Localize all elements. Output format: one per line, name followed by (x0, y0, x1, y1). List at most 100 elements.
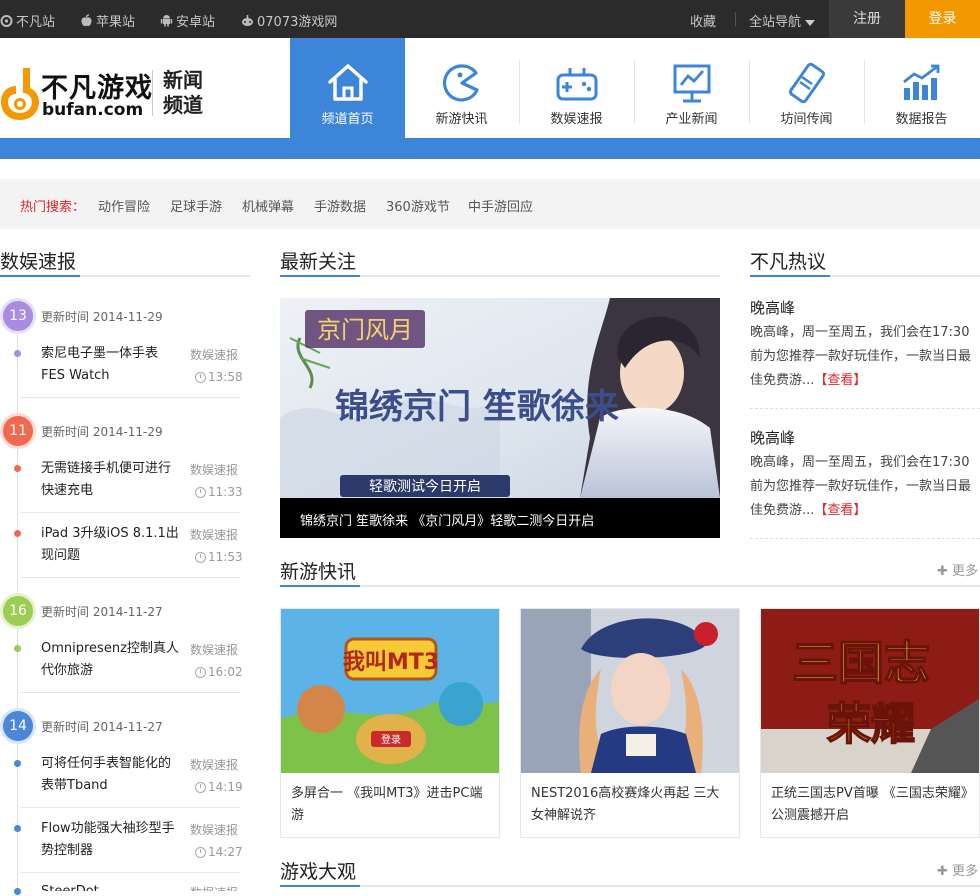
more-link[interactable]: ✚ 更多 (937, 560, 978, 579)
row-divider (20, 512, 240, 513)
view-link[interactable]: 【查看】 (814, 503, 866, 518)
clock-icon (195, 371, 206, 383)
hot-talk-item-title[interactable]: 晚高峰 (750, 297, 795, 318)
bufan-icon (0, 15, 13, 27)
game-card[interactable]: NEST2016高校赛烽火再起 三大女神解说齐 (520, 608, 740, 838)
svg-text:三国志: 三国志 (792, 636, 930, 690)
news-time: 14:19 (195, 780, 243, 794)
section-title-digital: 数娱速报 (0, 251, 77, 273)
nav-underbar (0, 138, 980, 159)
news-item-title[interactable]: SteerDot… (41, 881, 181, 891)
timeline-dot (14, 530, 21, 537)
hot-term[interactable]: 中手游回应 (468, 196, 533, 215)
row-divider (20, 872, 240, 873)
timeline-dot (14, 825, 21, 832)
news-item-title[interactable]: Omnipresenz控制真人代你旅游 (41, 638, 181, 682)
nav-rumors[interactable]: 坊间传闻 (749, 38, 864, 138)
row-divider (20, 692, 240, 693)
caret-down-icon (805, 19, 816, 26)
clock-icon (195, 846, 206, 858)
phone-icon (788, 62, 826, 104)
banner-logo-text: 京门风月 (317, 316, 413, 344)
register-button[interactable]: 注册 (829, 0, 905, 38)
nav-channel-home[interactable]: 频道首页 (290, 38, 405, 138)
section-title-latest: 最新关注 (280, 251, 357, 273)
logo-divider (152, 70, 153, 116)
view-link[interactable]: 【查看】 (814, 373, 866, 388)
apple-icon (81, 14, 92, 27)
date-badge: 16 (3, 596, 33, 626)
hot-term[interactable]: 足球手游 (170, 196, 222, 215)
news-item-title[interactable]: iPad 3升级iOS 8.1.1出现问题 (41, 523, 181, 567)
news-item-title[interactable]: 索尼电子墨一体手表FES Watch (41, 343, 181, 387)
game-card-title: 正统三国志PV首曝 《三国志荣耀》公测震撼开启 (771, 786, 968, 823)
android-site-link[interactable]: 安卓站 (160, 11, 215, 30)
section-underline (750, 275, 980, 277)
clock-icon (195, 551, 206, 563)
news-category: 数娱速报 (190, 758, 239, 772)
login-button[interactable]: 登录 (905, 0, 980, 38)
featured-banner-art: 京门风月 锦绣京门 笙歌徐来 轻歌测试今日开启 (280, 298, 720, 498)
hot-talk-item-desc: 晚高峰，周一至周五，我们会在17:30前为您推荐一款好玩佳作，一款当日最佳免费游… (750, 325, 972, 388)
update-date: 更新时间 2014-11-27 (41, 720, 163, 734)
hot-talk-item-title[interactable]: 晚高峰 (750, 427, 795, 448)
plus-icon: ✚ (937, 864, 948, 879)
section-underline (0, 275, 250, 277)
news-item-title[interactable]: 无需链接手机便可进行快速充电 (41, 458, 181, 502)
home-icon (328, 64, 368, 101)
section-underline (280, 585, 980, 587)
news-category: 数娱速报 (190, 643, 239, 657)
date-badge: 11 (3, 416, 33, 446)
date-badge: 13 (3, 301, 33, 331)
top-bar: 不凡站 苹果站 安卓站 07073游戏网 收藏 全站导航 注册 登录 (0, 0, 980, 38)
more-link[interactable]: ✚ 更多 (937, 860, 978, 879)
clock-icon (195, 486, 206, 498)
favorites-link[interactable]: 收藏 (690, 11, 716, 30)
divider (735, 12, 736, 26)
apple-site-link[interactable]: 苹果站 (80, 11, 135, 30)
nav-data-report[interactable]: 数据报告 (864, 38, 979, 138)
timeline-dot (14, 645, 21, 652)
nav-digital-news[interactable]: 数娱速报 (519, 38, 634, 138)
dashed-divider (750, 538, 980, 539)
news-item-title[interactable]: 可将任何手表智能化的表带Tband (41, 753, 181, 797)
clock-icon (195, 666, 206, 678)
game-card-title: NEST2016高校赛烽火再起 三大女神解说齐 (531, 786, 720, 823)
featured-banner[interactable]: 京门风月 锦绣京门 笙歌徐来 轻歌测试今日开启 锦绣京门 笙歌徐来 《京门风月》… (280, 298, 720, 538)
timeline-dot (14, 465, 21, 472)
gamepad-icon (556, 68, 598, 101)
news-item-title[interactable]: Flow功能强大袖珍型手势控制器 (41, 818, 181, 862)
logo-text-en: bufan.com (42, 100, 144, 120)
svg-text:登录: 登录 (381, 733, 401, 746)
plus-icon: ✚ (937, 564, 948, 579)
hot-search-label: 热门搜索： (20, 200, 86, 215)
timeline-dot (14, 888, 21, 895)
banner-headline-text: 锦绣京门 笙歌徐来 (335, 387, 619, 427)
nav-new-games[interactable]: 新游快讯 (404, 38, 519, 138)
bufan-logo-icon[interactable] (0, 62, 40, 122)
game-card-image (521, 609, 739, 773)
hot-term[interactable]: 机械弹幕 (242, 196, 294, 215)
section-title-overview: 游戏大观 (280, 861, 357, 883)
game-card[interactable]: 我叫MT3 登录 多屏合一 《我叫MT3》进击PC端游 (280, 608, 500, 838)
header: 不凡游戏 bufan.com 新闻频道 频道首页 新游快讯 数娱速报 产业新闻 … (0, 38, 980, 138)
site-nav-dropdown[interactable]: 全站导航 (749, 11, 816, 30)
bar-chart-icon (903, 64, 940, 100)
nav-industry-news[interactable]: 产业新闻 (634, 38, 749, 138)
bufan-site-link[interactable]: 不凡站 (0, 11, 55, 30)
pacman-icon (442, 64, 479, 102)
hot-term[interactable]: 360游戏节 (386, 196, 450, 215)
row-divider (20, 807, 240, 808)
hot-term[interactable]: 动作冒险 (98, 196, 150, 215)
game-card-image: 三国志 荣耀 (761, 609, 979, 773)
07073-site-link[interactable]: 07073游戏网 (241, 11, 337, 30)
hot-term[interactable]: 手游数据 (314, 196, 366, 215)
row-divider (20, 577, 240, 578)
game-card[interactable]: 三国志 荣耀 正统三国志PV首曝 《三国志荣耀》公测震撼开启 (760, 608, 980, 838)
news-category: 数娱速报 (190, 463, 239, 477)
news-category: 数据速报 (190, 884, 238, 891)
banner-sub-text: 轻歌测试今日开启 (369, 479, 481, 495)
hot-talk-item-desc: 晚高峰，周一至周五，我们会在17:30前为您推荐一款好玩佳作，一款当日最佳免费游… (750, 455, 972, 518)
news-time: 16:02 (195, 665, 243, 679)
news-time: 13:58 (195, 370, 243, 384)
